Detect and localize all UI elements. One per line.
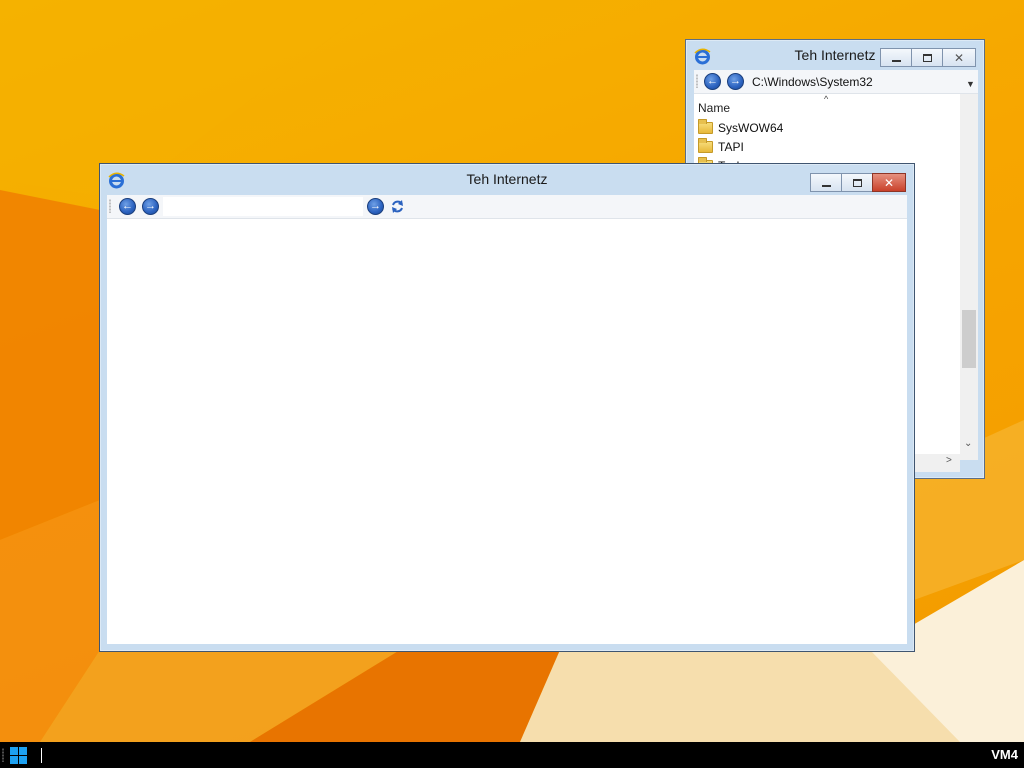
scrollbar-thumb[interactable] — [962, 310, 976, 368]
explorer-toolbar: ← → C:\Windows\System32 ▼ — [694, 70, 978, 94]
maximize-button[interactable] — [911, 48, 943, 67]
browser-toolbar: ← → → — [107, 195, 907, 219]
forward-button[interactable]: → — [727, 73, 744, 90]
toolbar-grip-icon[interactable] — [696, 74, 698, 88]
back-button[interactable]: ← — [119, 198, 136, 215]
minimize-button[interactable] — [810, 173, 842, 192]
maximize-icon — [852, 178, 862, 187]
browser-window[interactable]: Teh Internetz ✕ ← → → — [99, 163, 915, 652]
minimize-icon — [891, 59, 901, 62]
maximize-button[interactable] — [841, 173, 873, 192]
taskbar-text-cursor — [41, 748, 42, 763]
forward-button[interactable]: → — [142, 198, 159, 215]
taskbar-grip-icon[interactable] — [2, 748, 4, 762]
close-icon: ✕ — [953, 50, 965, 65]
list-item[interactable]: SysWOW64 — [698, 119, 783, 137]
toolbar-grip-icon[interactable] — [109, 199, 111, 213]
go-button[interactable]: → — [367, 198, 384, 215]
caption-buttons: ✕ — [810, 164, 906, 192]
close-icon: ✕ — [883, 175, 895, 190]
address-path[interactable]: C:\Windows\System32 — [752, 75, 873, 89]
minimize-button[interactable] — [880, 48, 912, 67]
column-header[interactable]: Name ^ — [694, 94, 960, 118]
scroll-right-icon[interactable]: > — [946, 455, 952, 466]
refresh-icon[interactable] — [390, 199, 405, 214]
caption-buttons: ✕ — [880, 40, 976, 67]
toolbar-dropdown-icon[interactable]: ▼ — [966, 79, 975, 89]
taskbar: VM4 — [0, 742, 1024, 768]
maximize-icon — [922, 53, 932, 62]
folder-icon — [698, 138, 713, 153]
vm-label: VM4 — [991, 747, 1018, 762]
column-name-label: Name — [698, 101, 731, 115]
window-title: Teh Internetz — [466, 171, 548, 187]
list-item-label: SysWOW64 — [718, 121, 784, 135]
browser-viewport[interactable] — [107, 219, 907, 644]
list-item-label: TAPI — [718, 140, 744, 154]
close-button[interactable]: ✕ — [872, 173, 906, 192]
sort-ascending-icon: ^ — [824, 94, 829, 104]
explorer-titlebar[interactable]: Teh Internetz ✕ — [686, 40, 984, 70]
address-input[interactable] — [163, 197, 363, 216]
list-item[interactable]: TAPI — [698, 138, 744, 156]
browser-titlebar[interactable]: Teh Internetz ✕ — [100, 164, 914, 194]
scroll-down-icon[interactable]: ⌄ — [964, 438, 972, 449]
vertical-scrollbar[interactable]: ⌄ — [960, 94, 978, 460]
minimize-icon — [821, 184, 831, 187]
folder-icon — [698, 119, 713, 134]
back-button[interactable]: ← — [704, 73, 721, 90]
windows-start-icon[interactable] — [10, 747, 27, 764]
close-button[interactable]: ✕ — [942, 48, 976, 67]
